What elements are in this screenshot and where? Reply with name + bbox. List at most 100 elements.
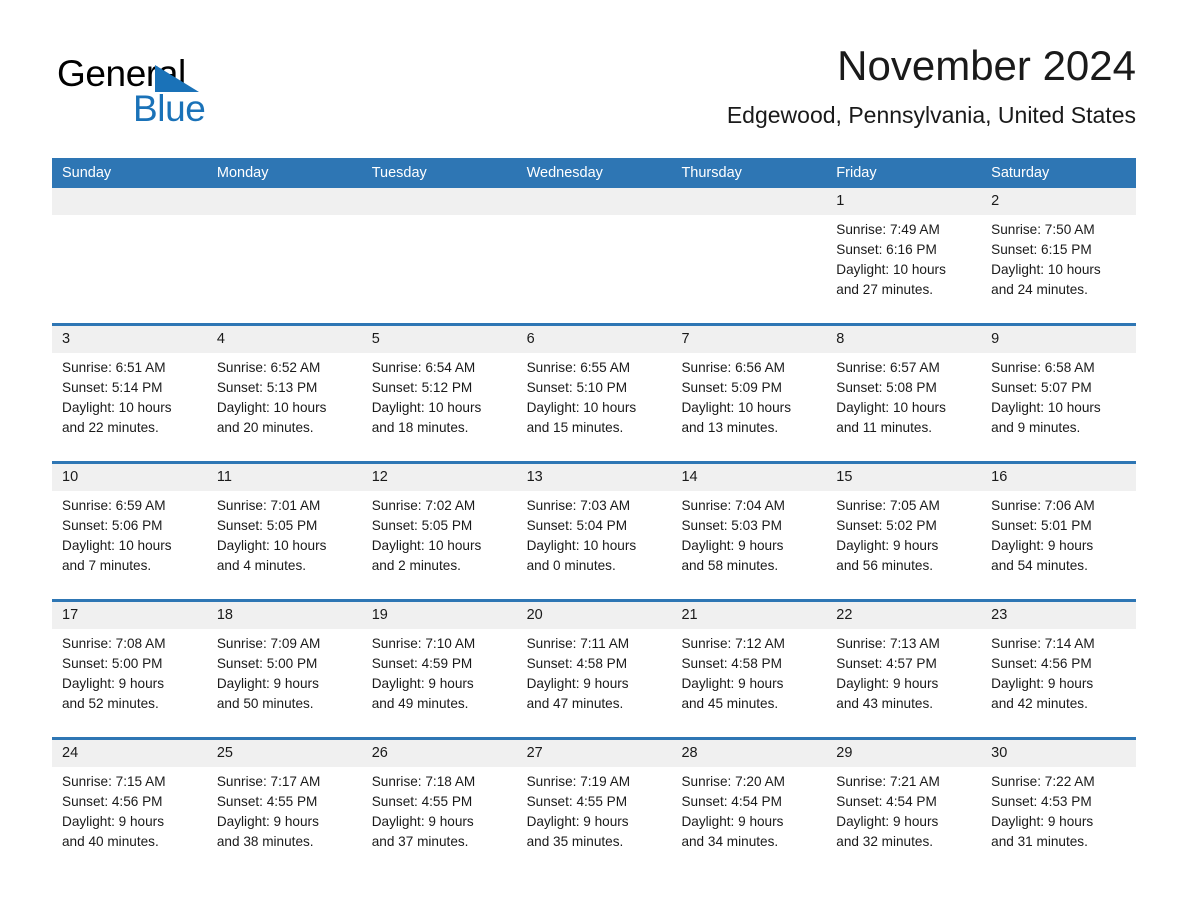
day-cell[interactable]: Sunrise: 7:01 AM Sunset: 5:05 PM Daylight:… [207,491,362,599]
day-detail-line: Sunset: 5:05 PM [371,518,473,533]
day-number[interactable]: 18 [207,602,362,629]
weekday-header-row: Sunday Monday Tuesday Wednesday Thursday Frid… [52,158,1136,188]
day-detail-line: and 47 minutes. [526,696,624,711]
day-detail-line: and 35 minutes. [526,834,624,849]
day-number[interactable]: 25 [207,740,362,767]
day-number[interactable]: 27 [517,740,672,767]
day-cell-empty [207,215,362,323]
day-cell[interactable]: Sunrise: 7:08 AM Sunset: 5:00 PM Daylight:… [52,629,207,737]
day-cell[interactable]: Sunrise: 7:03 AM Sunset: 5:04 PM Daylight:… [517,491,672,599]
day-cell[interactable]: Sunrise: 6:59 AM Sunset: 5:06 PM Daylight:… [52,491,207,599]
day-detail-band: Sunrise: 7:15 AM Sunset: 4:56 PM Daylight:… [52,767,1136,875]
day-number[interactable]: 11 [207,464,362,491]
day-detail-line: Sunrise: 7:03 AM [526,498,631,513]
day-detail-line: Sunrise: 7:13 AM [836,636,940,651]
weekday-header-saturday: Saturday [991,165,1050,181]
day-number[interactable]: 28 [671,740,826,767]
day-detail-line: and 31 minutes. [991,834,1088,849]
day-cell[interactable]: Sunrise: 7:17 AM Sunset: 4:55 PM Daylight:… [207,767,362,875]
day-detail-line: Sunset: 5:09 PM [681,380,782,395]
day-cell[interactable]: Sunrise: 7:13 AM Sunset: 4:57 PM Daylight:… [826,629,981,737]
day-number[interactable]: 26 [362,740,517,767]
day-detail-line: and 22 minutes. [62,420,159,435]
day-detail-line: and 7 minutes. [62,558,152,573]
day-number[interactable]: 3 [52,326,207,353]
day-detail-line: Sunset: 5:03 PM [681,518,782,533]
day-number[interactable]: 20 [517,602,672,629]
day-detail-line: Daylight: 10 hours [681,400,792,415]
day-detail-line: and 56 minutes. [836,558,934,573]
day-cell[interactable]: Sunrise: 7:22 AM Sunset: 4:53 PM Daylight:… [981,767,1136,875]
day-detail-line: Sunset: 5:00 PM [62,656,163,671]
day-number[interactable]: 22 [826,602,981,629]
title-block: November 2024 Edgewood, Pennsylvania, Un… [727,40,1136,130]
location-subtitle: Edgewood, Pennsylvania, United States [726,102,1136,128]
day-cell[interactable]: Sunrise: 7:18 AM Sunset: 4:55 PM Daylight:… [362,767,517,875]
day-cell[interactable]: Sunrise: 6:56 AM Sunset: 5:09 PM Daylight:… [671,353,826,461]
day-number[interactable]: 5 [362,326,517,353]
day-number[interactable]: 24 [52,740,207,767]
day-number[interactable]: 1 [826,188,981,215]
day-detail-line: Daylight: 9 hours [681,676,784,691]
day-detail-band: Sunrise: 6:51 AM Sunset: 5:14 PM Daylight:… [52,353,1136,461]
day-number[interactable]: 19 [362,602,517,629]
day-number[interactable]: 4 [207,326,362,353]
day-cell[interactable]: Sunrise: 6:58 AM Sunset: 5:07 PM Daylight:… [981,353,1136,461]
day-number[interactable]: 21 [671,602,826,629]
day-detail-line: Sunset: 6:15 PM [991,242,1092,257]
day-detail-line: Sunrise: 7:08 AM [62,636,166,651]
day-cell[interactable]: Sunrise: 7:04 AM Sunset: 5:03 PM Daylight:… [671,491,826,599]
day-number[interactable]: 12 [362,464,517,491]
day-detail-line: Daylight: 9 hours [62,814,165,829]
day-cell[interactable]: Sunrise: 7:09 AM Sunset: 5:00 PM Daylight:… [207,629,362,737]
day-detail-line: Sunrise: 6:57 AM [836,360,940,375]
day-detail-line: Sunrise: 6:51 AM [62,360,166,375]
day-number[interactable]: 6 [517,326,672,353]
day-number-empty [52,188,207,215]
day-cell[interactable]: Sunrise: 7:21 AM Sunset: 4:54 PM Daylight:… [826,767,981,875]
day-number[interactable]: 17 [52,602,207,629]
day-cell[interactable]: Sunrise: 7:20 AM Sunset: 4:54 PM Daylight:… [671,767,826,875]
day-number[interactable]: 14 [671,464,826,491]
day-cell[interactable]: Sunrise: 7:49 AM Sunset: 6:16 PM Daylight:… [826,215,981,323]
day-cell[interactable]: Sunrise: 6:55 AM Sunset: 5:10 PM Daylight:… [517,353,672,461]
day-cell[interactable]: Sunrise: 6:54 AM Sunset: 5:12 PM Daylight:… [362,353,517,461]
day-number[interactable]: 15 [826,464,981,491]
day-number[interactable]: 7 [671,326,826,353]
day-cell[interactable]: Sunrise: 6:57 AM Sunset: 5:08 PM Daylight:… [826,353,981,461]
day-detail-line: and 49 minutes. [371,696,469,711]
day-number[interactable]: 10 [52,464,207,491]
day-number[interactable]: 9 [981,326,1136,353]
day-number[interactable]: 13 [517,464,672,491]
day-detail-line: Sunrise: 7:02 AM [371,498,476,513]
day-detail-line: and 32 minutes. [836,834,934,849]
day-cell-empty [517,215,672,323]
day-detail-line: Sunrise: 6:56 AM [681,360,785,375]
day-cell[interactable]: Sunrise: 7:02 AM Sunset: 5:05 PM Daylight:… [362,491,517,599]
day-detail-line: Daylight: 9 hours [836,676,939,691]
day-cell[interactable]: Sunrise: 7:50 AM Sunset: 6:15 PM Daylight:… [981,215,1136,323]
day-detail-line: Sunrise: 7:05 AM [836,498,940,513]
day-cell[interactable]: Sunrise: 7:11 AM Sunset: 4:58 PM Daylight:… [517,629,672,737]
day-cell[interactable]: Sunrise: 7:10 AM Sunset: 4:59 PM Daylight:… [362,629,517,737]
day-number[interactable]: 16 [981,464,1136,491]
day-cell[interactable]: Sunrise: 7:05 AM Sunset: 5:02 PM Daylight:… [826,491,981,599]
day-cell[interactable]: Sunrise: 6:52 AM Sunset: 5:13 PM Daylight:… [207,353,362,461]
page-title: November 2024 [837,42,1136,89]
day-cell[interactable]: Sunrise: 7:15 AM Sunset: 4:56 PM Daylight:… [52,767,207,875]
day-cell[interactable]: Sunrise: 7:19 AM Sunset: 4:55 PM Daylight:… [517,767,672,875]
day-detail-line: Sunrise: 7:04 AM [681,498,785,513]
day-cell[interactable]: Sunrise: 6:51 AM Sunset: 5:14 PM Daylight:… [52,353,207,461]
day-detail-line: Sunrise: 7:22 AM [991,774,1095,789]
day-cell[interactable]: Sunrise: 7:14 AM Sunset: 4:56 PM Daylight:… [981,629,1136,737]
day-number[interactable]: 8 [826,326,981,353]
day-detail-line: Sunrise: 7:11 AM [526,636,630,651]
day-number[interactable]: 2 [981,188,1136,215]
day-number[interactable]: 23 [981,602,1136,629]
day-number[interactable]: 29 [826,740,981,767]
general-blue-logo[interactable]: General Blue [57,55,357,135]
day-number[interactable]: 30 [981,740,1136,767]
day-cell[interactable]: Sunrise: 7:12 AM Sunset: 4:58 PM Daylight:… [671,629,826,737]
day-cell[interactable]: Sunrise: 7:06 AM Sunset: 5:01 PM Daylight:… [981,491,1136,599]
day-detail-line: Sunset: 5:06 PM [62,518,163,533]
